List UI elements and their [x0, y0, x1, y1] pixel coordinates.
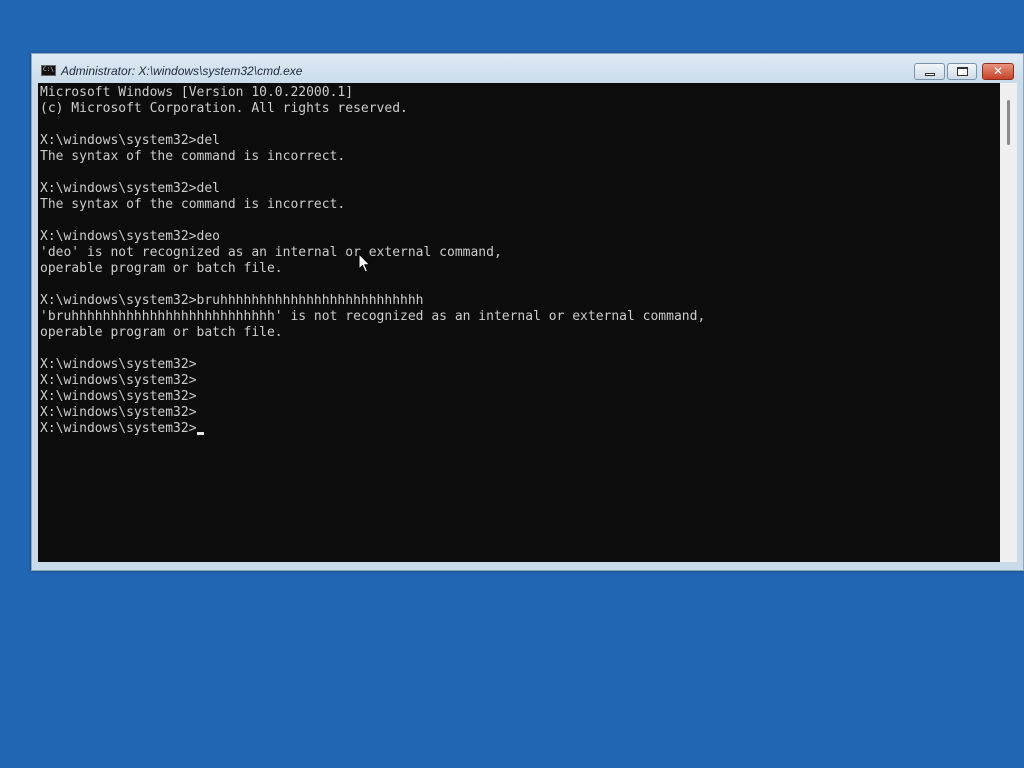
minimize-icon: [925, 73, 935, 76]
console-line: 'bruhhhhhhhhhhhhhhhhhhhhhhhhhh' is not r…: [40, 309, 706, 324]
maximize-icon: [957, 67, 968, 76]
console-output[interactable]: Microsoft Windows [Version 10.0.22000.1]…: [38, 83, 1000, 562]
console-line: X:\windows\system32>: [40, 421, 705, 437]
close-icon: ✕: [992, 64, 1004, 78]
console-lines: Microsoft Windows [Version 10.0.22000.1]…: [40, 85, 705, 437]
cmd-icon: [41, 65, 56, 76]
title-bar[interactable]: Administrator: X:\windows\system32\cmd.e…: [32, 54, 1023, 84]
mouse-pointer-icon: [358, 253, 371, 273]
desktop-background: Administrator: X:\windows\system32\cmd.e…: [0, 0, 1024, 768]
console-line: The syntax of the command is incorrect.: [40, 149, 346, 164]
text-cursor: [196, 432, 204, 435]
console-line: (c) Microsoft Corporation. All rights re…: [40, 101, 408, 116]
console-line: X:\windows\system32>del: [40, 181, 221, 196]
vertical-scrollbar[interactable]: [1000, 83, 1017, 562]
console-line: operable program or batch file.: [40, 261, 283, 276]
console-line: X:\windows\system32>: [40, 357, 197, 372]
close-button[interactable]: ✕: [982, 63, 1014, 80]
maximize-button[interactable]: [947, 63, 977, 80]
console-line: 'deo' is not recognized as an internal o…: [40, 245, 502, 260]
console-line: The syntax of the command is incorrect.: [40, 197, 346, 212]
console-line: X:\windows\system32>bruhhhhhhhhhhhhhhhhh…: [40, 293, 424, 308]
console-line: X:\windows\system32>deo: [40, 229, 221, 244]
minimize-button[interactable]: [914, 63, 945, 80]
console-line: operable program or batch file.: [40, 325, 283, 340]
scrollbar-thumb[interactable]: [1007, 100, 1010, 145]
console-line: X:\windows\system32>: [40, 389, 197, 404]
cmd-window[interactable]: Administrator: X:\windows\system32\cmd.e…: [31, 53, 1024, 571]
window-title: Administrator: X:\windows\system32\cmd.e…: [61, 64, 303, 78]
console-line: Microsoft Windows [Version 10.0.22000.1]: [40, 85, 354, 100]
console-line: X:\windows\system32>: [40, 373, 197, 388]
console-line: X:\windows\system32>del: [40, 133, 221, 148]
console-line: X:\windows\system32>: [40, 405, 197, 420]
